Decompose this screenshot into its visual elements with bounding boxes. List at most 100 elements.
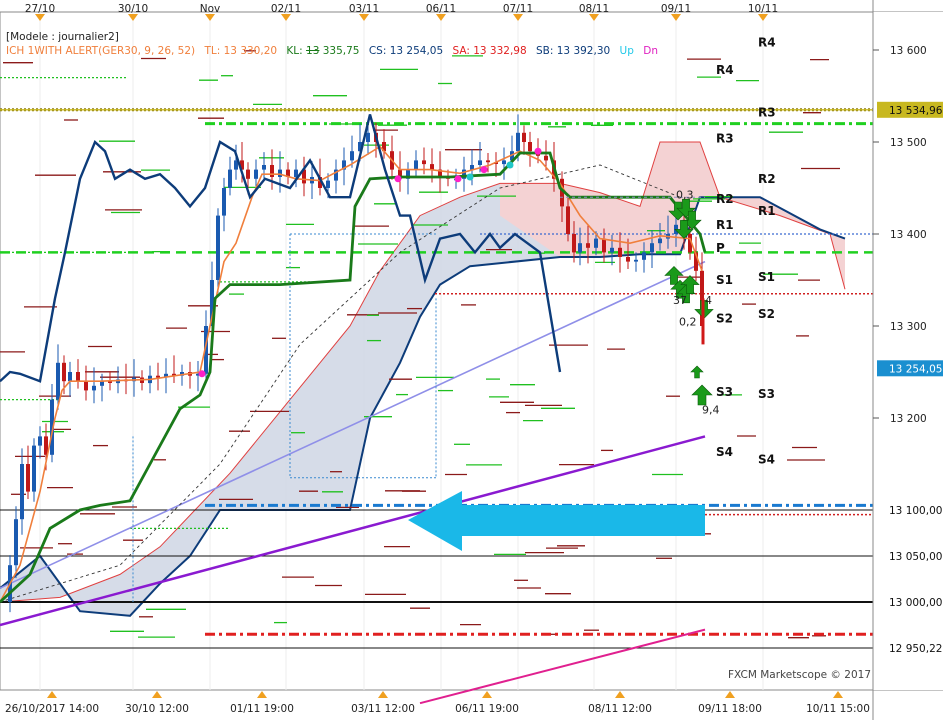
signal-dot	[480, 166, 488, 174]
time-marker-icon	[482, 691, 492, 698]
chart-model-label: [Modele : journalier2]	[6, 31, 119, 43]
price-tick-label: 13 400	[890, 229, 927, 241]
candle-body	[544, 155, 548, 161]
time-marker-icon	[833, 691, 843, 698]
signal-value-label: 0,2	[679, 315, 697, 328]
sb-value: SB: 13 392,30	[536, 45, 611, 57]
indicator-legend: ICH 1WITH ALERT(GER30, 9, 26, 52) TL: 13…	[6, 45, 658, 57]
candle-body	[522, 132, 526, 142]
candle-body	[216, 215, 220, 280]
signal-value-label: 37	[673, 294, 687, 307]
pivot-label-r2: R2	[758, 172, 776, 186]
dn-label: Dn	[643, 45, 658, 57]
price-axis: 13 600 13 500 13 400 13 300 13 200 13 534,96 1…	[872, 0, 943, 720]
pivot-label-r1: R1	[758, 204, 776, 218]
signal-dot	[506, 161, 514, 169]
pivot-label-s3: S3	[758, 387, 775, 401]
cs-value: CS: 13 254,05	[368, 45, 444, 57]
candle-body	[38, 436, 42, 446]
price-tick-label: 13 600	[890, 45, 927, 57]
candle-body	[222, 188, 226, 216]
bottom-time-label: 03/11 12:00	[351, 703, 415, 715]
pivot-label-r4: R4	[716, 63, 734, 77]
candle-body	[326, 180, 330, 188]
price-tick-label: 13 300	[890, 321, 927, 333]
top-date-label: 07/11	[503, 3, 533, 15]
signal-dot	[466, 173, 474, 181]
top-date-label: 08/11	[579, 3, 609, 15]
candle-body	[26, 464, 30, 492]
price-tick-label: 13 500	[890, 137, 927, 149]
candle-body	[626, 257, 630, 262]
pivot-label-r3: R3	[716, 131, 734, 145]
candle-body	[278, 169, 282, 177]
candle-body	[350, 151, 354, 161]
candle-body	[650, 243, 654, 253]
candle-body	[254, 169, 258, 179]
kl-strike: 13	[306, 45, 320, 57]
candle-body	[610, 247, 614, 253]
candle-body	[642, 252, 646, 260]
pivot-label-s1: S1	[716, 273, 733, 287]
candle-body	[270, 165, 274, 177]
pivot-label-s3: S3	[716, 385, 733, 399]
indicator-name: ICH 1WITH ALERT(GER30, 9, 26, 52)	[6, 45, 196, 57]
time-marker-icon	[152, 691, 162, 698]
bottom-time-label: 30/10 12:00	[125, 703, 189, 715]
time-marker-icon	[378, 691, 388, 698]
price-tag-label: 13 534,96	[889, 105, 943, 117]
candle-body	[594, 238, 598, 248]
pivot-label-r4: R4	[758, 36, 776, 50]
signal-value-label: 9,4	[702, 404, 720, 417]
time-marker-icon	[257, 691, 267, 698]
candle-body	[572, 234, 576, 253]
bottom-time-label: 06/11 19:00	[455, 703, 519, 715]
kl-value: 335,75	[319, 45, 360, 57]
candle-body	[92, 385, 96, 391]
time-marker-icon	[47, 691, 57, 698]
candle-body	[502, 160, 506, 165]
price-chart[interactable]: R4R4R3R3R2R2R1R1PS1S1S2S2S3 S3S4S40,337 40…	[0, 0, 943, 720]
signal-dot	[198, 370, 206, 378]
price-tag-label: 13 100,00	[889, 505, 942, 517]
pivot-label-r2: R2	[716, 192, 734, 206]
candle-body	[566, 206, 570, 234]
candle-body	[62, 362, 66, 382]
top-date-label: 06/11	[426, 3, 456, 15]
pivot-label-r3: R3	[758, 106, 776, 120]
candle-body	[246, 169, 250, 179]
candle-body	[430, 164, 434, 170]
bottom-time-label: 09/11 18:00	[698, 703, 762, 715]
time-marker-icon	[725, 691, 735, 698]
pivot-label-s2: S2	[716, 312, 733, 326]
top-date-label: 27/10	[25, 3, 55, 15]
candle-body	[84, 381, 88, 391]
kl-label: KL:	[286, 45, 307, 57]
pivot-label-s4: S4	[716, 445, 733, 459]
candle-body	[618, 247, 622, 257]
candle-body	[478, 160, 482, 165]
pivot-label-s4: S4	[758, 452, 775, 466]
time-marker-icon	[615, 691, 625, 698]
candle-body	[68, 372, 72, 382]
bottom-time-label: 26/10/2017 14:00	[5, 703, 99, 715]
candle-body	[14, 519, 18, 566]
model-text: [Modele : journalier2]	[6, 31, 119, 43]
candle-body	[528, 142, 532, 152]
candle-body	[76, 372, 80, 382]
signal-dot	[454, 175, 462, 183]
copyright-text: FXCM Marketscope © 2017	[728, 669, 871, 681]
up-label: Up	[619, 45, 634, 57]
pivot-label-s1: S1	[758, 270, 775, 284]
candle-body	[422, 160, 426, 165]
candle-body	[658, 238, 662, 244]
candle-body	[366, 132, 370, 142]
candle-body	[602, 238, 606, 253]
price-tag-label: 13 000,00	[889, 597, 942, 609]
pivot-label-s2: S2	[758, 307, 775, 321]
signal-dot	[394, 175, 402, 183]
candle-body	[262, 165, 266, 170]
candle-body	[56, 362, 60, 400]
top-date-label: 03/11	[349, 3, 379, 15]
candle-body	[516, 132, 520, 152]
